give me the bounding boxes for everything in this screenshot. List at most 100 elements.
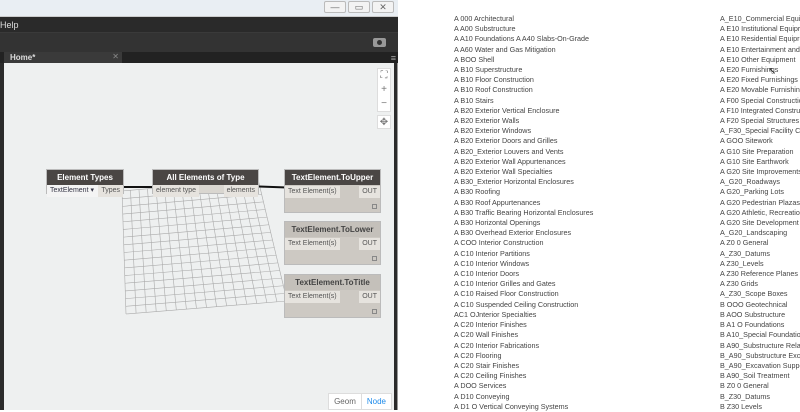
node-all-elements-of-type[interactable]: All Elements of Type element type elemen… xyxy=(152,169,259,197)
list-item: B_Z30_Datums xyxy=(720,391,770,401)
node-title: TextElement.ToUpper xyxy=(285,170,380,185)
mesh-line xyxy=(124,262,278,276)
output-port[interactable]: OUT xyxy=(359,186,380,198)
node-title: TextElement.ToTitle xyxy=(285,275,380,290)
preview-checkbox[interactable] xyxy=(372,204,377,209)
list-item: A B30 Overhead Exterior Enclosures xyxy=(454,228,572,238)
mesh-line xyxy=(232,181,258,304)
geom-view-button[interactable]: Geom xyxy=(329,394,361,409)
list-item: A BOO Shell xyxy=(454,54,495,64)
list-item: A E10 Institutional Equipr xyxy=(720,24,800,34)
menu-bar: Help xyxy=(0,17,398,33)
input-port[interactable]: Text Element(s) xyxy=(285,186,340,198)
list-item: B Z0 0 General xyxy=(720,381,769,391)
node-textelement-tolower[interactable]: TextElement.ToLower Text Element(s) OUT xyxy=(284,221,381,265)
mesh-line xyxy=(125,277,282,292)
list-item: A C20 Wall Finishes xyxy=(454,330,519,340)
output-port[interactable]: OUT xyxy=(359,291,380,303)
list-item: A C20 Interior Fabrications xyxy=(454,340,540,350)
mouse-cursor-icon: ↖ xyxy=(768,66,777,77)
mesh-line xyxy=(125,285,284,299)
list-item: A F20 Special Structures xyxy=(720,116,800,126)
list-item: A_Z30_Datums xyxy=(720,248,770,258)
preview-checkbox[interactable] xyxy=(372,256,377,261)
list-item: A F00 Special Constructio xyxy=(720,95,800,105)
list-item: A B30 Roof Appurtenances xyxy=(454,197,541,207)
close-button[interactable]: ✕ xyxy=(372,1,394,13)
list-item: A G20 Athletic, Recreatio xyxy=(720,207,800,217)
close-tab-icon[interactable]: ✕ xyxy=(112,52,119,61)
list-item: A E10 Other Equipment xyxy=(720,54,796,64)
input-port[interactable]: element type xyxy=(153,185,200,197)
mesh-line xyxy=(223,181,248,305)
list-item: A B30 Traffic Bearing Horizontal Enclosu… xyxy=(454,207,594,217)
list-item: B_A90_Excavation Suppo xyxy=(720,360,800,370)
preview-checkbox[interactable] xyxy=(372,309,377,314)
input-port[interactable]: Text Element(s) xyxy=(285,291,340,303)
dynamo-window: — ▭ ✕ Help Home* ✕ ≡ ⛶ + − ✥ Element Typ… xyxy=(0,0,398,410)
list-item: A C20 Interior Finishes xyxy=(454,320,527,330)
list-item: A D1 O Vertical Conveying Systems xyxy=(454,401,569,411)
list-item: A B20 Exterior Windows xyxy=(454,126,532,136)
menu-icon[interactable]: ≡ xyxy=(391,53,396,63)
list-item: A C20 Stair Finishes xyxy=(454,360,520,370)
maximize-button[interactable]: ▭ xyxy=(348,1,370,13)
list-item: A GOO Sitework xyxy=(720,136,773,146)
camera-icon[interactable] xyxy=(373,38,386,47)
wire xyxy=(124,186,154,188)
list-item: B A1 O Foundations xyxy=(720,320,785,330)
text-list-right: A_E10_Commercial Equi A E10 Institutional… xyxy=(720,14,800,412)
output-port[interactable]: elements xyxy=(223,185,258,197)
list-item: B OOO Geotechnical xyxy=(720,299,788,309)
list-item: A_F30_Special Facility C xyxy=(720,126,800,136)
node-view-button[interactable]: Node xyxy=(360,394,391,409)
node-textelement-totitle[interactable]: TextElement.ToTitle Text Element(s) OUT xyxy=(284,274,381,318)
mesh-line xyxy=(215,182,237,306)
list-item: A C10 Interior Grilles and Gates xyxy=(454,279,556,289)
list-item: A B10 Superstructure xyxy=(454,65,523,75)
list-item: A A00 Substructure xyxy=(454,24,516,34)
list-item: A B30_Exterior Horizontal Enclosures xyxy=(454,177,574,187)
list-item: A B10 Floor Construction xyxy=(454,75,534,85)
node-title: TextElement.ToLower xyxy=(285,222,380,237)
node-textelement-toupper[interactable]: TextElement.ToUpper Text Element(s) OUT xyxy=(284,169,381,213)
list-item: A B30 Horizontal Openings xyxy=(454,218,541,228)
list-item: A C20 Ceiling Finishes xyxy=(454,371,527,381)
list-item: A E20 Furnishings xyxy=(720,65,779,75)
minimize-button[interactable]: — xyxy=(324,1,346,13)
list-item: AC1 OJnterior Specialties xyxy=(454,309,537,319)
workspace-canvas[interactable]: ⛶ + − ✥ Element Types TextElement ▾ Type… xyxy=(4,63,394,410)
tab-label: Home* xyxy=(10,53,36,62)
list-item: A Z0 0 General xyxy=(720,238,769,248)
list-item: A C10 Interior Windows xyxy=(454,258,530,268)
list-item: A B10 Stairs xyxy=(454,95,494,105)
list-item: A B20 Exterior Vertical Enclosure xyxy=(454,105,560,115)
element-type-dropdown[interactable]: TextElement ▾ xyxy=(47,185,99,197)
output-port[interactable]: Types xyxy=(98,185,123,197)
list-item: B A90_Soil Treatment xyxy=(720,371,790,381)
list-item: A_Z30_Scope Boxes xyxy=(720,289,788,299)
list-item: A 000 Architectural xyxy=(454,14,514,23)
list-item: A_G20_Roadways xyxy=(720,177,780,187)
list-item: B Z30 Levels xyxy=(720,401,762,411)
list-item: A B20 Exterior Wall Appurtenances xyxy=(454,156,566,166)
list-item: A G20_Parking Lots xyxy=(720,187,784,197)
list-item: A B10 Roof Construction xyxy=(454,85,533,95)
node-title: All Elements of Type xyxy=(153,170,258,185)
list-item: A Z30 Grids xyxy=(720,279,758,289)
list-item: A C10 Interior Partitions xyxy=(454,248,530,258)
node-title: Element Types xyxy=(47,170,123,185)
list-item: A E20 Fixed Furnishings xyxy=(720,75,798,85)
list-item: A G20 Pedestrian Plazas xyxy=(720,197,800,207)
mesh-line xyxy=(124,247,275,261)
tab-home[interactable]: Home* ✕ xyxy=(4,52,122,63)
node-element-types[interactable]: Element Types TextElement ▾ Types xyxy=(46,169,124,197)
list-item: B A10_Special Foundatio xyxy=(720,330,800,340)
list-item: A D10 Conveying xyxy=(454,391,510,401)
list-item: A DOO Services xyxy=(454,381,507,391)
output-port[interactable]: OUT xyxy=(359,238,380,250)
list-item: A B20 Exterior Wall Specialties xyxy=(454,167,553,177)
input-port[interactable]: Text Element(s) xyxy=(285,238,340,250)
menu-help[interactable]: Help xyxy=(0,20,19,30)
chevron-down-icon: ▾ xyxy=(90,187,94,194)
